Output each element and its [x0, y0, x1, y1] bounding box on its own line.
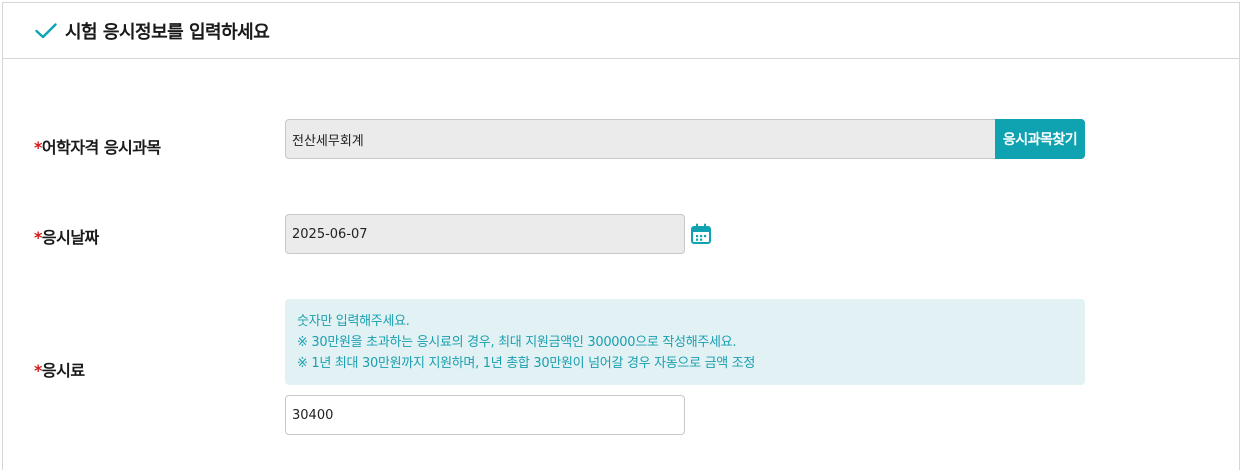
date-value: 2025-06-07: [292, 226, 368, 242]
panel-header: 시험 응시정보를 입력하세요: [3, 3, 1239, 59]
fee-value: 30400: [292, 407, 334, 423]
subject-label-text: 어학자격 응시과목: [41, 138, 161, 157]
fee-input[interactable]: 30400: [285, 395, 685, 435]
notice-line: ※ 30만원을 초과하는 응시료의 경우, 최대 지원금액인 300000으로 …: [297, 335, 737, 350]
find-subject-button[interactable]: 응시과목찾기: [995, 119, 1085, 159]
subject-label: *어학자격 응시과목: [34, 134, 161, 158]
date-label: *응시날짜: [34, 224, 99, 248]
fee-notice: 숫자만 입력해주세요. ※ 30만원을 초과하는 응시료의 경우, 최대 지원금…: [285, 299, 1085, 385]
subject-input[interactable]: 전산세무회계: [285, 119, 997, 159]
section-title: 시험 응시정보를 입력하세요: [65, 21, 270, 43]
subject-value: 전산세무회계: [292, 133, 364, 149]
check-icon: [35, 22, 57, 39]
fee-label-text: 응시료: [41, 361, 85, 380]
fee-label: *응시료: [34, 357, 85, 381]
required-mark: *: [34, 138, 42, 157]
date-label-text: 응시날짜: [41, 228, 99, 247]
notice-line: ※ 1년 최대 30만원까지 지원하며, 1년 총합 30만원이 넘어갈 경우 …: [297, 356, 756, 371]
calendar-icon[interactable]: [690, 223, 712, 245]
required-mark: *: [34, 361, 42, 380]
notice-line: 숫자만 입력해주세요.: [297, 314, 410, 329]
date-input[interactable]: 2025-06-07: [285, 214, 685, 254]
required-mark: *: [34, 228, 42, 247]
